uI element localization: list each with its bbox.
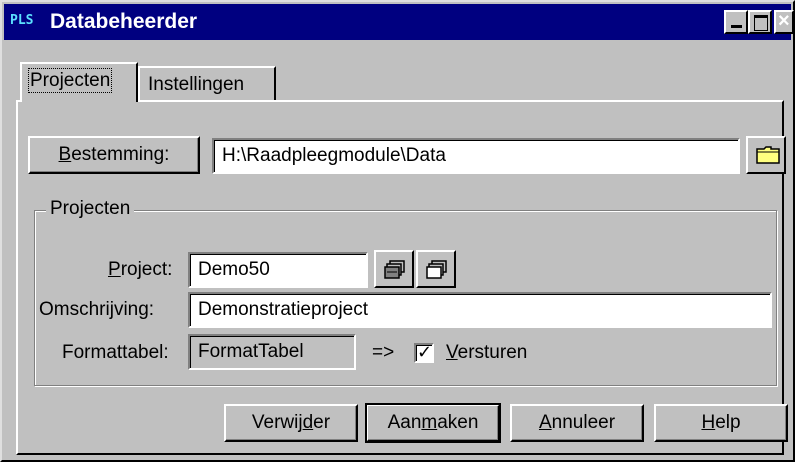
tab-projecten[interactable]: Projecten: [20, 62, 138, 102]
versturen-checkbox[interactable]: ✓: [414, 342, 434, 363]
annuleer-post: nnuleer: [551, 412, 616, 433]
app-icon: PLS: [10, 13, 34, 28]
project-label-text: roject:: [120, 259, 173, 280]
help-accel: H: [701, 412, 716, 433]
close-icon: ×: [778, 10, 790, 32]
help-button[interactable]: Help: [654, 404, 788, 442]
annuleer-accel: A: [538, 412, 552, 433]
title-bar[interactable]: PLS Databeheerder ×: [4, 4, 794, 40]
database-new-icon: [426, 260, 447, 279]
bestemming-accel: B: [58, 144, 72, 165]
aanmaken-pre: Aan: [387, 412, 422, 433]
versturen-accel: V: [446, 342, 458, 363]
bestemming-button[interactable]: Bestemming:: [28, 136, 200, 174]
verwijder-post: er: [313, 412, 331, 433]
versturen-text: ersturen: [457, 342, 528, 363]
browse-folder-button[interactable]: [746, 136, 786, 174]
aanmaken-post: aken: [437, 412, 479, 433]
verwijder-accel: d: [302, 412, 314, 433]
checkmark-icon: ✓: [417, 342, 433, 362]
formattabel-label: Formattabel:: [62, 342, 169, 363]
folder-icon: [756, 146, 780, 164]
new-project-button[interactable]: [416, 250, 456, 288]
aanmaken-button[interactable]: Aanmaken: [365, 403, 501, 443]
help-post: elp: [715, 412, 741, 433]
project-label: Project:: [108, 259, 172, 281]
window-title: Databeheerder: [50, 10, 198, 33]
open-project-button[interactable]: [374, 250, 414, 288]
database-open-icon: [384, 260, 405, 279]
aanmaken-accel: m: [421, 412, 438, 433]
verwijder-button[interactable]: Verwijder: [224, 404, 358, 442]
databeheerder-window: PLS Databeheerder × Projecten Instelling…: [0, 0, 795, 462]
groupbox-title: Projecten: [46, 198, 135, 220]
tab-label: Projecten: [27, 68, 113, 93]
project-input[interactable]: Demo50: [188, 252, 368, 288]
project-label-accel: P: [108, 259, 121, 280]
description-input[interactable]: Demonstratieproject: [188, 292, 772, 328]
formattabel-field: FormatTabel: [188, 334, 356, 370]
versturen-label[interactable]: Versturen: [446, 342, 527, 364]
omschrijving-label: Omschrijving:: [39, 299, 155, 320]
annuleer-button[interactable]: Annuleer: [510, 404, 644, 442]
minimize-button[interactable]: [724, 10, 748, 34]
tab-label: Instellingen: [148, 74, 245, 95]
maximize-button[interactable]: [748, 10, 772, 34]
arrow-label: =>: [372, 342, 395, 363]
tab-instellingen[interactable]: Instellingen: [138, 66, 276, 102]
bestemming-label: estemming:: [71, 144, 170, 165]
close-button[interactable]: ×: [774, 10, 794, 34]
verwijder-pre: Verwij: [251, 412, 303, 433]
destination-path-input[interactable]: H:\Raadpleegmodule\Data: [212, 138, 740, 174]
